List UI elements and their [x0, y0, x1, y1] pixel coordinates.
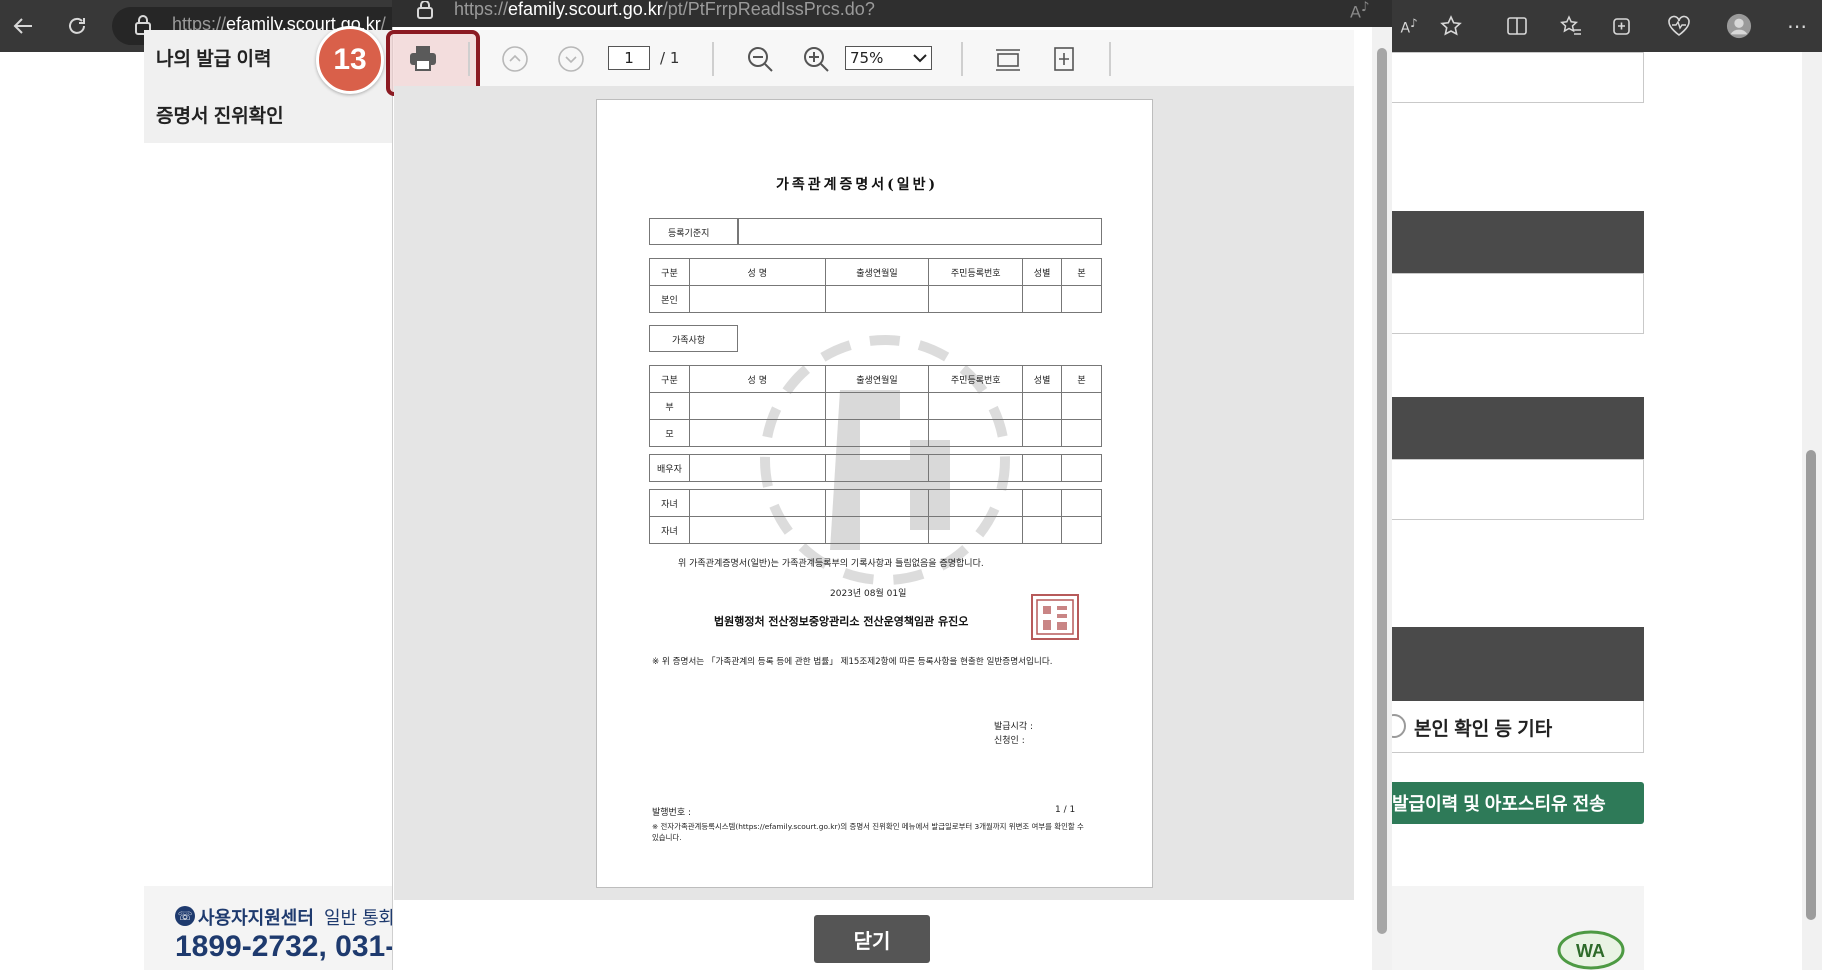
verification-footnote: ※ 전자가족관계등록시스템(https://efamily.scourt.go.…: [652, 822, 1084, 842]
fit-page-icon[interactable]: [1047, 42, 1081, 76]
toolbar-divider: [1109, 42, 1111, 76]
support-phone-number: 1899-2732, 031-: [175, 930, 396, 963]
certificate-statement: 위 가족관계증명서(일반)는 가족관계등록부의 기록사항과 틀림없음을 증명합니…: [678, 559, 984, 569]
header-cell: 주민등록번호: [928, 258, 1024, 286]
zoom-in-icon[interactable]: [799, 42, 833, 76]
issuer-name: 법원행정처 전산정보중앙관리소 전산운영책임관 유진오: [714, 615, 969, 628]
spouse-table: 배우자: [649, 454, 1102, 482]
favorite-star-icon[interactable]: [1438, 13, 1464, 39]
more-menu-icon[interactable]: ⋯: [1784, 13, 1810, 39]
family-table: 구분 성 명 출생연월일 주민등록번호 성별 본 부 모: [649, 365, 1102, 447]
header-cell: 성별: [1022, 258, 1063, 286]
header-cell: 구분: [649, 258, 690, 286]
close-button[interactable]: 닫기: [814, 915, 930, 963]
header-cell: 구분: [649, 365, 690, 393]
back-icon[interactable]: [10, 13, 36, 39]
header-cell: 본: [1061, 258, 1102, 286]
read-aloud-icon[interactable]: A♪: [1396, 13, 1422, 39]
popup-read-aloud-icon[interactable]: A♪: [1350, 0, 1369, 21]
row-label: 모: [649, 419, 690, 447]
browser-essentials-icon[interactable]: [1666, 13, 1692, 39]
collections-icon[interactable]: [1608, 13, 1634, 39]
step-number-badge: 13: [316, 26, 384, 94]
page-indicator: 1 / 1: [1055, 805, 1076, 815]
children-table: 자녀 자녀: [649, 489, 1102, 544]
purpose-radio-label[interactable]: 본인 확인 등 기타: [1414, 714, 1552, 741]
header-cell: 성 명: [688, 365, 826, 393]
row-label: 부: [649, 392, 690, 420]
official-seal: [1031, 594, 1079, 640]
purpose-option-row: 본인 확인 등 기타: [1382, 701, 1644, 753]
issue-time-label: 발급시각 :: [994, 722, 1034, 732]
toolbar-divider: [961, 42, 963, 76]
popup-lock-icon: [417, 0, 433, 23]
page-number-input[interactable]: 1: [608, 46, 650, 70]
header-cell: 주민등록번호: [928, 365, 1024, 393]
fit-width-icon[interactable]: [991, 42, 1025, 76]
toolbar-divider: [712, 42, 714, 76]
legal-notice: ※ 위 증명서는 「가족관계의 등록 등에 관한 법률」 제15조제2항에 따른…: [652, 657, 1053, 667]
right-panel-header: [1392, 397, 1644, 459]
prev-page-icon[interactable]: [498, 42, 532, 76]
family-label: 가족사항: [672, 336, 706, 346]
row-label: 본인: [649, 285, 690, 313]
support-center-label: 사용자지원센터: [198, 908, 314, 928]
row-label: 배우자: [649, 454, 690, 482]
nav-item-issue-history[interactable]: 나의 발급 이력: [156, 44, 271, 71]
row-label: 자녀: [649, 516, 690, 544]
certificate-title: 가족관계증명서(일반): [776, 177, 939, 193]
page-scrollbar-thumb[interactable]: [1806, 450, 1816, 920]
popup-scrollbar-thumb[interactable]: [1377, 48, 1387, 934]
reg-value-box: [738, 218, 1102, 245]
profile-avatar-icon[interactable]: [1726, 13, 1752, 39]
issue-date: 2023년 08월 01일: [830, 589, 907, 599]
header-cell: 출생연월일: [824, 365, 930, 393]
phone-icon: ☏: [175, 906, 195, 926]
chevron-down-icon[interactable]: [912, 50, 928, 69]
right-panel-header: [1392, 211, 1644, 273]
applicant-label: 신청인 :: [994, 736, 1025, 746]
reg-label: 등록기준지: [668, 229, 710, 239]
right-panel-box: [1392, 52, 1644, 103]
self-table: 구분 성 명 출생연월일 주민등록번호 성별 본 본인: [649, 258, 1102, 313]
document-number-label: 발행번호 :: [652, 808, 692, 818]
right-panel-box: [1392, 273, 1644, 334]
header-cell: 성별: [1022, 365, 1063, 393]
next-page-icon[interactable]: [554, 42, 588, 76]
wa-certification-logo: WA: [1556, 926, 1626, 970]
header-cell: 성 명: [688, 258, 826, 286]
header-cell: 본: [1061, 365, 1102, 393]
print-icon[interactable]: [406, 41, 440, 75]
header-cell: 출생연월일: [824, 258, 930, 286]
nav-item-certificate-verify[interactable]: 증명서 진위확인: [156, 101, 284, 128]
svg-text:WA: WA: [1576, 941, 1605, 961]
zoom-out-icon[interactable]: [743, 42, 777, 76]
favorites-icon[interactable]: [1558, 13, 1584, 39]
page-total: / 1: [660, 49, 680, 67]
refresh-icon[interactable]: [64, 13, 90, 39]
toolbar-divider: [468, 42, 470, 76]
right-panel-box: [1392, 459, 1644, 520]
row-label: 자녀: [649, 489, 690, 517]
send-apostille-button[interactable]: 발급이력 및 아포스티유 전송: [1392, 782, 1644, 824]
split-screen-icon[interactable]: [1504, 13, 1530, 39]
popup-address-text: https://efamily.scourt.go.kr/pt/PtFrrpRe…: [454, 0, 875, 19]
right-panel-header: [1392, 627, 1644, 701]
general-call-label: 일반 통화: [324, 908, 396, 928]
